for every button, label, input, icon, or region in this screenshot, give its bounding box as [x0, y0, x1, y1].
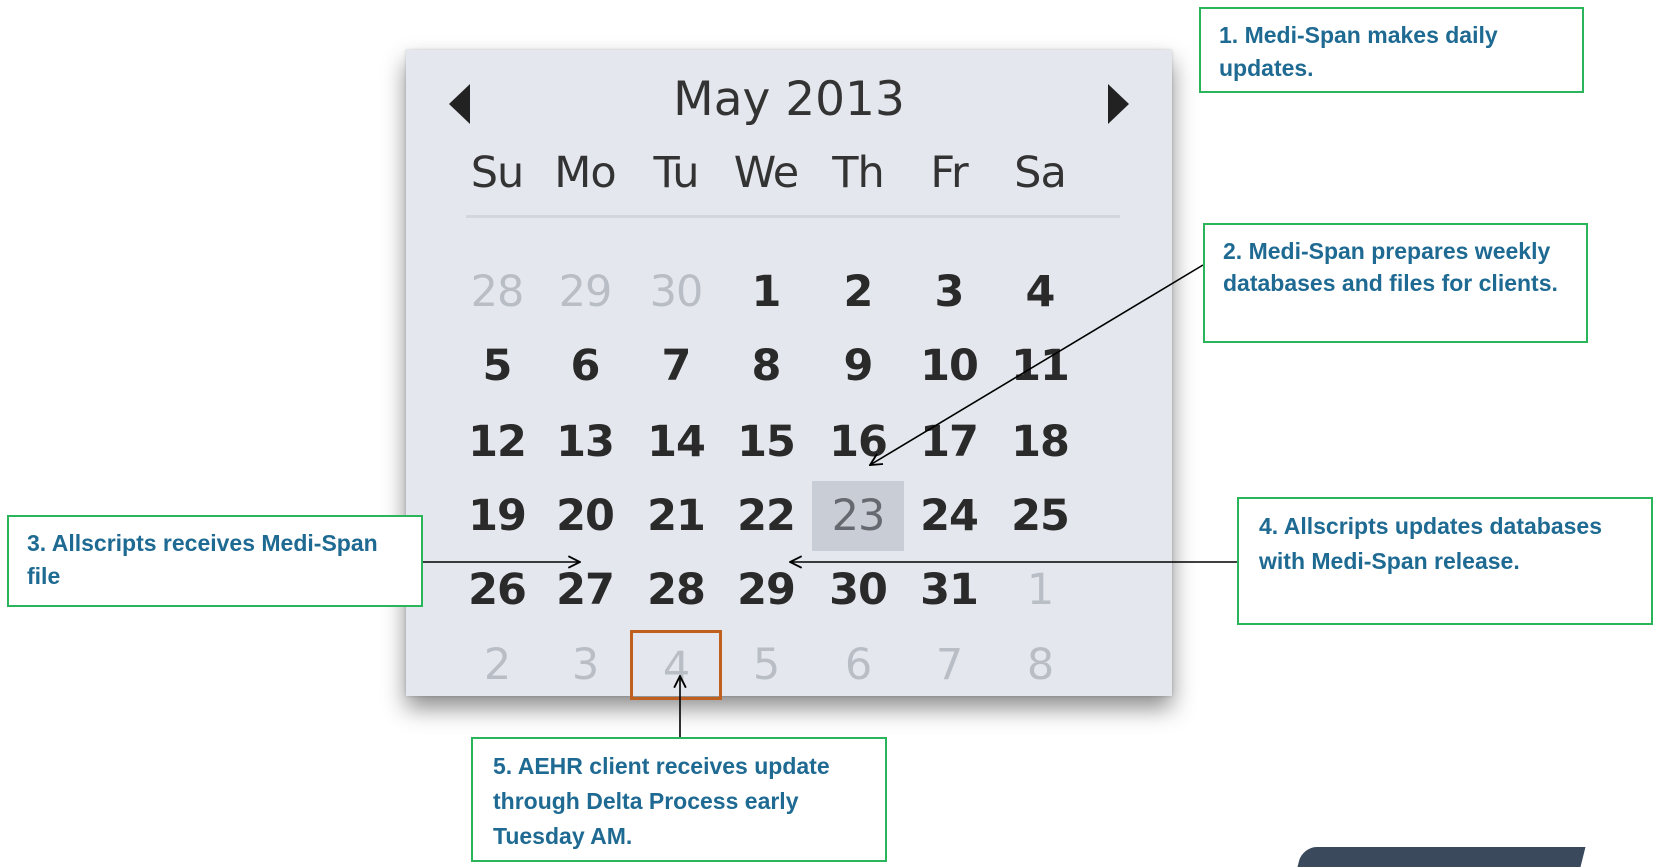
callout-4-text: 4. Allscripts updates databases with Med…: [1259, 513, 1603, 574]
arrows-layer: [423, 264, 1237, 737]
arrow-to-23: [870, 264, 1204, 465]
callout-5-text: 5. AEHR client receives update through D…: [493, 753, 830, 849]
callout-3-text: 3. Allscripts receives Medi-Span file: [27, 530, 378, 589]
footer-banner-shape: [1297, 847, 1586, 867]
callout-1-text: 1. Medi-Span makes daily updates.: [1219, 22, 1498, 81]
callout-2-text: 2. Medi-Span prepares weekly databases a…: [1223, 238, 1558, 296]
callout-4: 4. Allscripts updates databases with Med…: [1237, 497, 1653, 625]
callout-3: 3. Allscripts receives Medi-Span file: [7, 515, 423, 607]
callout-5: 5. AEHR client receives update through D…: [471, 737, 887, 862]
callout-1: 1. Medi-Span makes daily updates.: [1199, 7, 1584, 93]
callout-2: 2. Medi-Span prepares weekly databases a…: [1203, 223, 1588, 343]
